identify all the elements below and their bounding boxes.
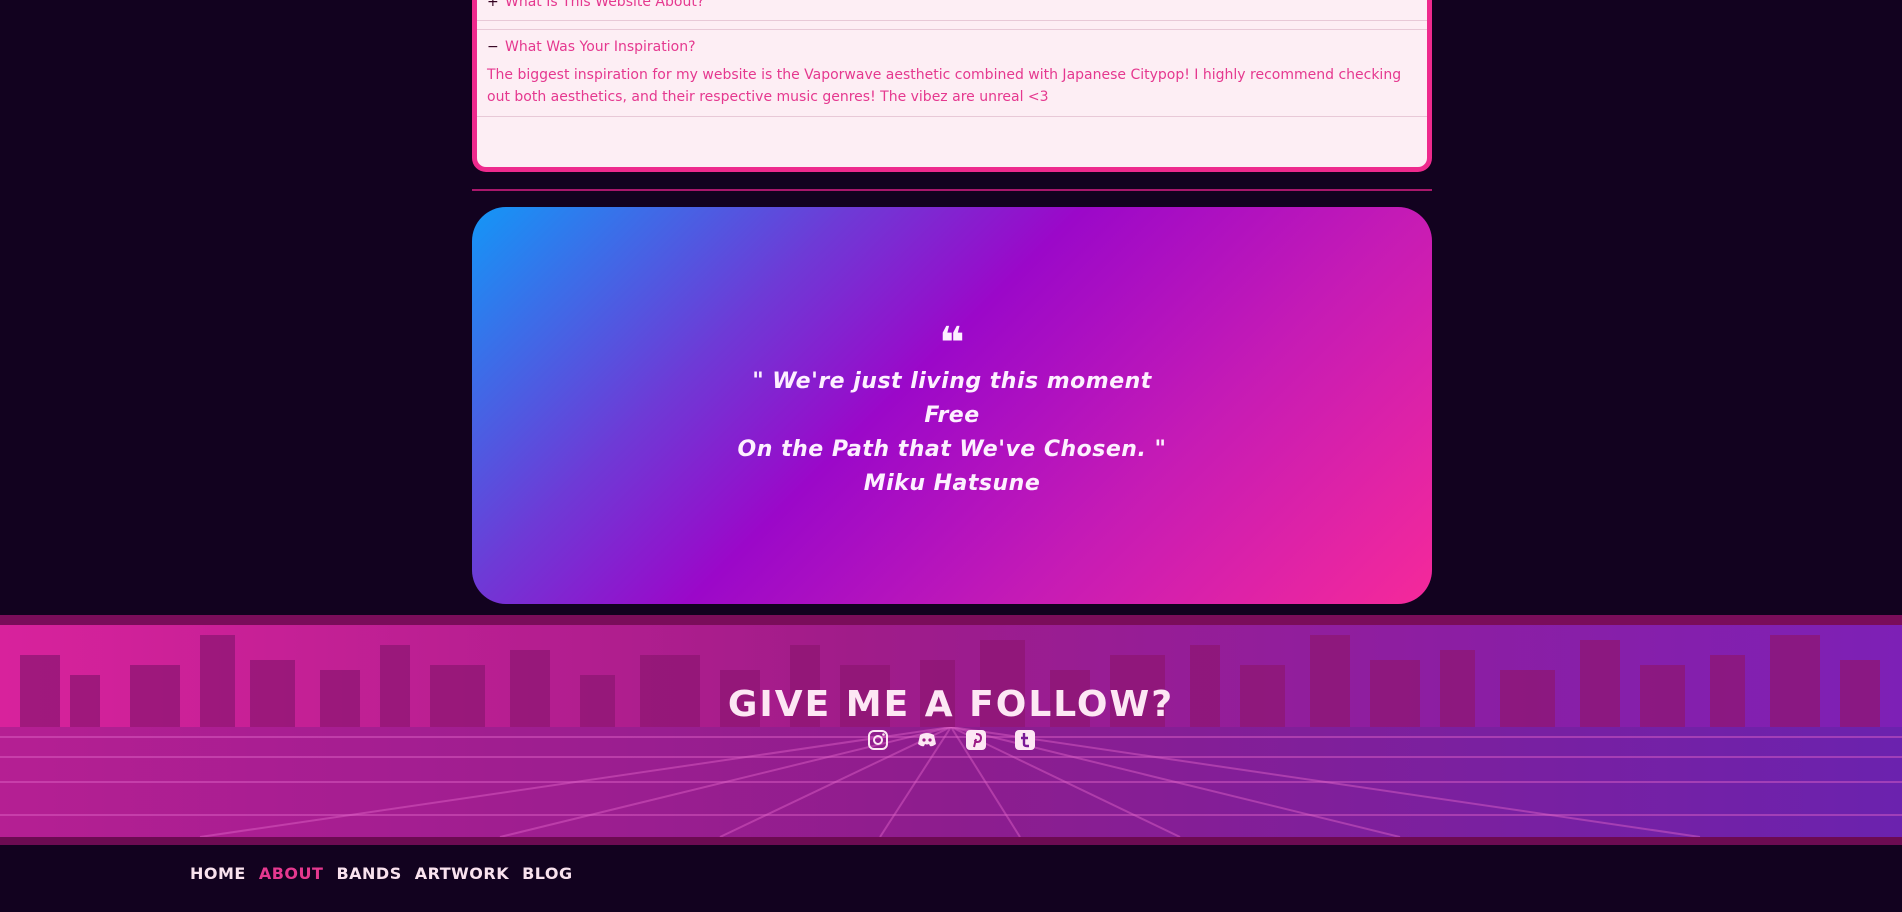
faq-question-label: What Was Your Inspiration? [505, 39, 696, 55]
nav-item-about[interactable]: ABOUT [259, 864, 324, 883]
faq-question-label: What Is This Website About? [505, 0, 705, 10]
expand-icon: + [487, 0, 499, 10]
social-links [0, 728, 1902, 752]
faq-answer: The biggest inspiration for my website i… [487, 67, 1402, 105]
quote-line: " We're just living this moment [752, 368, 1152, 394]
quote-line: Free [924, 402, 980, 428]
nav-item-artwork[interactable]: ARTWORK [415, 864, 509, 883]
faq-accordion: + What Is This Website About? − What Was… [472, 0, 1432, 172]
banner-top-border [0, 615, 1902, 625]
tumblr-icon[interactable] [1013, 728, 1037, 752]
section-divider [472, 189, 1432, 191]
quote-mark-icon: ❝ [939, 317, 965, 369]
faq-question[interactable]: − What Was Your Inspiration? [487, 30, 1417, 64]
pinterest-icon[interactable] [964, 728, 988, 752]
faq-item[interactable]: + What Is This Website About? [477, 0, 1427, 21]
follow-heading: GIVE ME A FOLLOW? [727, 684, 1175, 725]
quote-author: Miku Hatsune [863, 470, 1041, 496]
discord-icon[interactable] [915, 728, 939, 752]
quote-card: ❝ " We're just living this moment Free O… [472, 207, 1432, 604]
footer-nav: HOME ABOUT BANDS ARTWORK BLOG [190, 864, 573, 883]
nav-item-home[interactable]: HOME [190, 864, 246, 883]
faq-question[interactable]: + What Is This Website About? [487, 0, 1417, 20]
nav-item-blog[interactable]: BLOG [522, 864, 573, 883]
nav-item-bands[interactable]: BANDS [336, 864, 401, 883]
follow-banner: GIVE ME A FOLLOW? [0, 615, 1902, 845]
collapse-icon: − [487, 39, 499, 55]
faq-item[interactable]: − What Was Your Inspiration? The biggest… [477, 29, 1427, 117]
instagram-icon[interactable] [866, 728, 890, 752]
banner-bottom-border [0, 837, 1902, 845]
quote-line: On the Path that We've Chosen. " [737, 436, 1167, 462]
